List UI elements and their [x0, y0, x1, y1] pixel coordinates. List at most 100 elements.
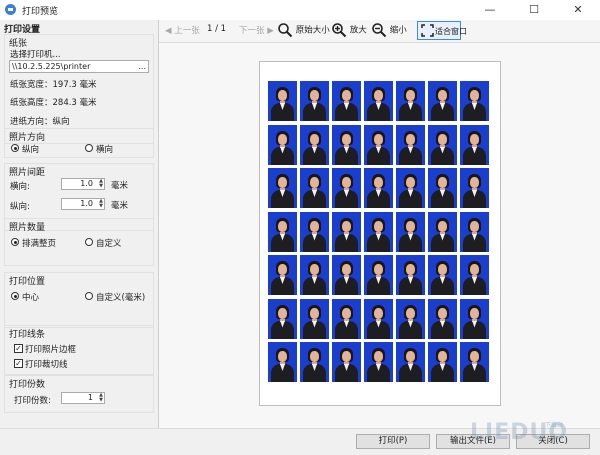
id-photo	[396, 124, 425, 165]
id-photo	[332, 168, 361, 208]
print-page	[259, 61, 501, 406]
prev-page-button[interactable]: ◀ 上一张	[165, 24, 200, 36]
close-window-button[interactable]: ✕	[556, 0, 600, 20]
browse-printer-button[interactable]: ...	[138, 61, 146, 72]
portrait-label: 纵向	[22, 145, 40, 155]
photo-border-checkbox[interactable]: ✓	[14, 344, 23, 353]
minimize-button[interactable]: —	[468, 0, 512, 20]
print-position-section: 打印位置 中心 自定义(毫米)	[4, 272, 154, 328]
maximize-button[interactable]: ☐	[512, 0, 556, 20]
magnifier-icon	[278, 23, 293, 38]
vertical-spacing-unit: 毫米	[111, 201, 129, 211]
id-photo	[268, 298, 297, 339]
id-photo	[428, 124, 457, 165]
printer-path-value: \\10.2.5.225\printer	[12, 62, 91, 71]
id-photo	[332, 342, 361, 382]
id-photo	[268, 81, 297, 121]
fit-window-icon	[421, 24, 434, 37]
prev-label: 上一张	[174, 26, 200, 36]
cut-lines-label: 打印裁切线	[25, 360, 68, 370]
zoom-out-label: 缩小	[389, 25, 407, 36]
id-photo	[460, 298, 489, 339]
id-photo	[332, 124, 361, 165]
id-photo	[364, 81, 393, 121]
id-photo	[268, 211, 297, 252]
select-printer-link[interactable]: 选择打印机...	[10, 48, 61, 60]
spin-arrows-icon[interactable]: ▲ ▼	[99, 393, 103, 403]
landscape-label: 横向	[96, 145, 114, 155]
print-button[interactable]: 打印(P)	[356, 434, 430, 449]
id-photo	[300, 168, 329, 208]
id-photo	[460, 342, 489, 382]
id-photo	[300, 298, 329, 339]
vertical-spacing-input[interactable]: 1.0 ▲ ▼	[61, 198, 105, 210]
copies-value: 1	[87, 393, 93, 402]
print-settings-panel: 打印设置 纸张 选择打印机... \\10.2.5.225\printer ..…	[0, 20, 159, 428]
paper-height: 纸张高度：284.3 毫米	[10, 98, 97, 108]
id-photo	[268, 168, 297, 208]
custom-count-radio[interactable]	[85, 238, 93, 246]
id-photo	[332, 298, 361, 339]
next-page-button[interactable]: 下一张 ▶	[239, 24, 274, 36]
center-radio[interactable]	[11, 292, 19, 300]
app-icon	[5, 4, 16, 15]
window-title: 打印预览	[22, 7, 59, 17]
print-lines-title: 打印线条	[9, 330, 46, 340]
paper-width: 纸张宽度：197.3 毫米	[10, 80, 97, 90]
portrait-radio[interactable]	[11, 144, 19, 152]
copies-title: 打印份数	[9, 380, 46, 390]
custom-position-radio[interactable]	[85, 292, 93, 300]
id-photo	[364, 124, 393, 165]
photo-count-section: 照片数量 排满整页 自定义	[4, 218, 154, 266]
copies-input[interactable]: 1 ▲ ▼	[61, 392, 105, 404]
arrow-right-icon: ▶	[264, 26, 274, 36]
spin-arrows-icon[interactable]: ▲ ▼	[99, 199, 103, 209]
custom-position-label: 自定义(毫米)	[96, 293, 146, 303]
zoom-in-button[interactable]: 放大	[331, 22, 367, 38]
id-photo	[364, 211, 393, 252]
print-lines-section: 打印线条 ✓ 打印照片边框 ✓ 打印裁切线	[4, 325, 154, 375]
cut-lines-checkbox[interactable]: ✓	[14, 359, 23, 368]
orientation-title: 照片方向	[9, 133, 46, 143]
original-size-button[interactable]: 原始大小	[277, 22, 330, 38]
paper-feed-direction: 进纸方向：纵向	[10, 117, 70, 127]
fit-window-label: 适合窗口	[435, 27, 467, 36]
photo-count-title: 照片数量	[9, 223, 46, 233]
id-photo	[300, 81, 329, 121]
watermark-sub: 下载站	[545, 422, 564, 429]
id-photo	[364, 255, 393, 295]
id-photo	[364, 168, 393, 208]
title-bar: 打印预览 — ☐ ✕	[0, 0, 600, 21]
zoom-out-button[interactable]: 缩小	[371, 22, 407, 38]
id-photo	[268, 255, 297, 295]
id-photo	[332, 81, 361, 121]
photo-grid	[268, 81, 491, 383]
id-photo	[268, 342, 297, 382]
id-photo	[300, 211, 329, 252]
id-photo	[364, 298, 393, 339]
horizontal-spacing-unit: 毫米	[111, 181, 129, 191]
id-photo	[396, 81, 425, 121]
fill-page-radio[interactable]	[11, 238, 19, 246]
spin-arrows-icon[interactable]: ▲ ▼	[99, 179, 103, 189]
id-photo	[300, 342, 329, 382]
printer-path-field[interactable]: \\10.2.5.225\printer ...	[9, 60, 149, 73]
horizontal-spacing-input[interactable]: 1.0 ▲ ▼	[61, 178, 105, 190]
id-photo	[428, 255, 457, 295]
vertical-spacing-label: 纵向:	[10, 202, 30, 212]
photo-border-label: 打印照片边框	[25, 345, 77, 355]
id-photo	[428, 168, 457, 208]
page-indicator: 1 / 1	[207, 24, 227, 34]
id-photo	[268, 124, 297, 165]
id-photo	[396, 168, 425, 208]
id-photo	[460, 81, 489, 121]
next-label: 下一张	[239, 26, 265, 36]
copies-label: 打印份数:	[14, 396, 51, 406]
center-label: 中心	[22, 293, 40, 303]
preview-area[interactable]	[159, 43, 600, 428]
id-photo	[460, 255, 489, 295]
landscape-radio[interactable]	[85, 144, 93, 152]
fit-window-button[interactable]: 适合窗口	[417, 21, 467, 40]
vertical-spacing-value: 1.0	[80, 199, 93, 208]
zoom-in-icon	[332, 23, 347, 38]
